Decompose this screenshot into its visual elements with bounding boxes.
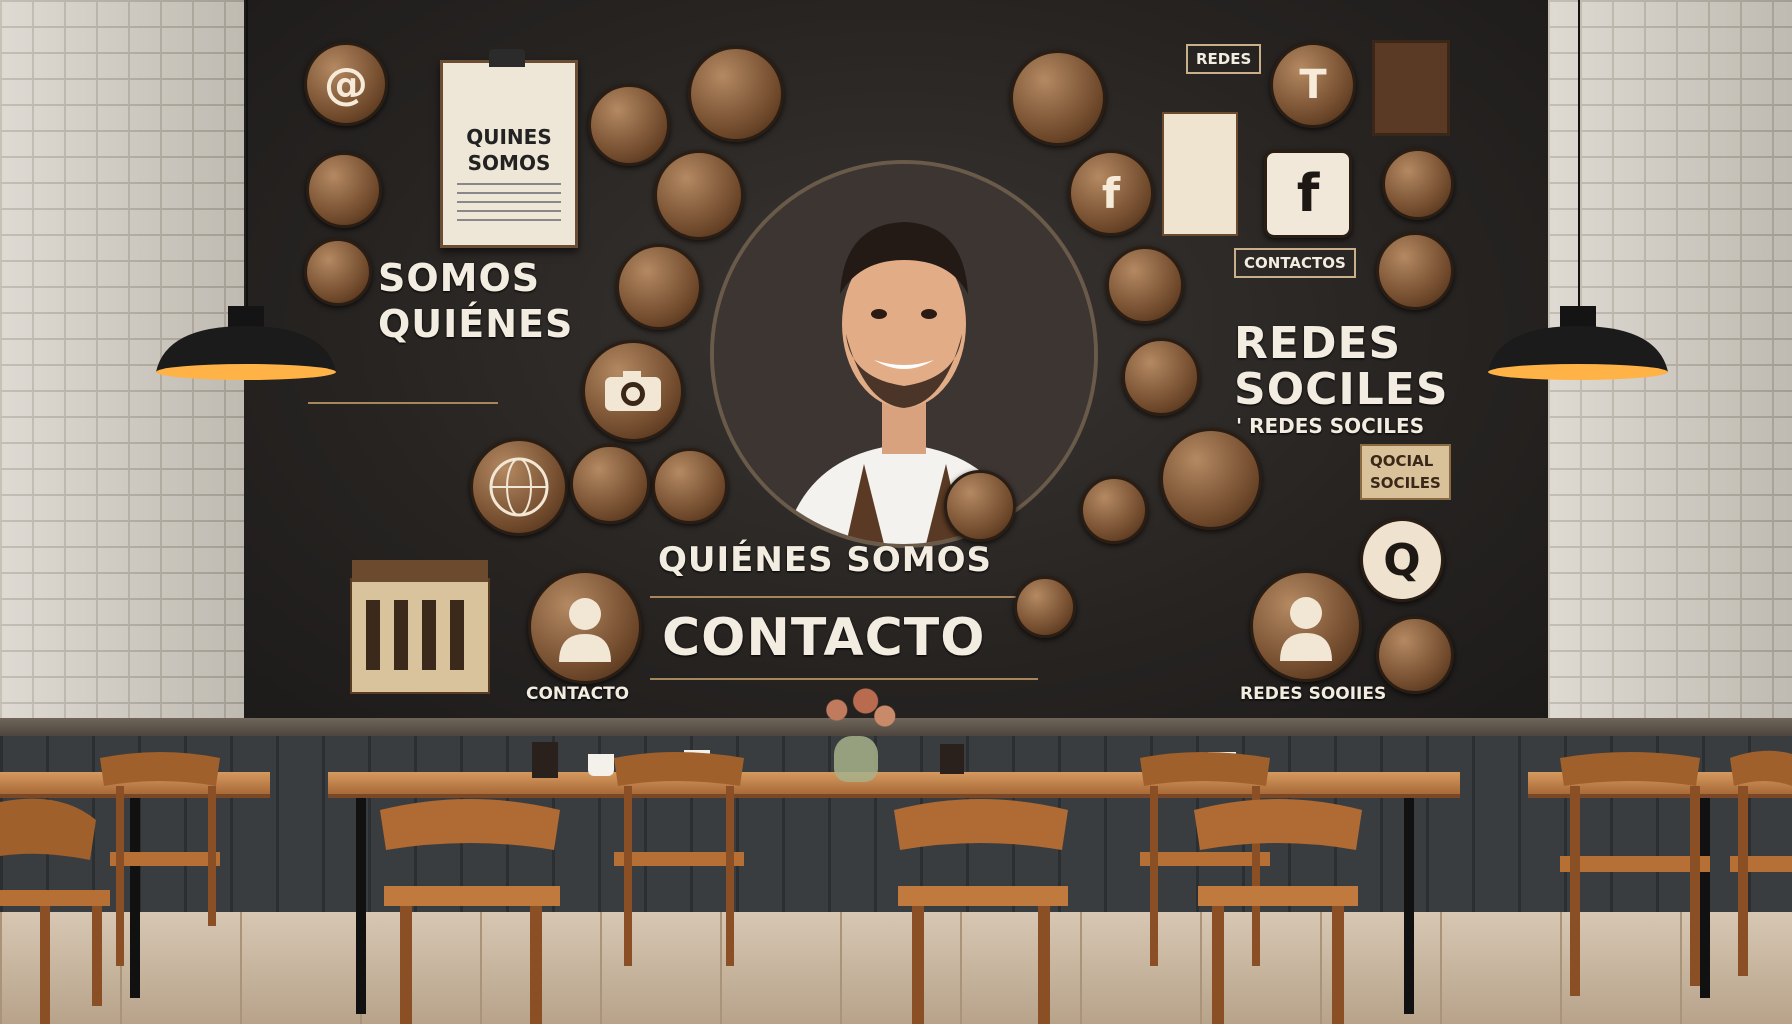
camera-icon [582,340,684,442]
clipboard-lines [457,183,561,223]
chair-center-2 [894,799,1068,1024]
right-subtitle: ' REDES SOCILES [1236,414,1425,438]
clipboard-text-line1: QUINES [466,125,552,149]
right-title-line2: SOCILES [1234,364,1449,415]
profile-avatar-icon [1250,570,1362,682]
coffee-icon [304,238,372,306]
settings-icon [1382,148,1454,220]
left-title-line2: QUIÉNES [378,302,574,346]
cafe-scene: QUINES SOMOS @ SOMOS QUIÉNES CONTACTO QU… [0,0,1792,1024]
center-title: QUIÉNES SOMOS [658,540,993,580]
chair-center-1 [380,799,560,1024]
search-icon: Q [1360,518,1444,602]
left-bottom-contact-label: CONTACTO [526,684,630,704]
profile-icon [688,46,784,142]
right-bottom-label: REDES SOOIIES [1240,684,1387,704]
gallery-icon [1122,338,1200,416]
cutlery-board [1162,112,1238,236]
divider-left [308,402,498,404]
framed-art [1372,40,1450,136]
wall-mural-panel: QUINES SOMOS @ SOMOS QUIÉNES CONTACTO QU… [244,0,1548,722]
staff-portrait [710,160,1098,548]
clipboard-text-line2: SOMOS [467,151,551,175]
social-tag-line1: QOCIAL [1370,452,1434,470]
user-avatar-icon [528,570,642,684]
left-title-line1: SOMOS [378,256,541,300]
message-icon [654,150,744,240]
divider-center [650,596,1038,598]
table-center-leg-right [1404,798,1414,1014]
chair-center-3 [1194,799,1362,1024]
drink-glass [940,744,964,774]
chat-bubble-icon [588,84,670,166]
building-illustration [350,560,490,694]
chair-center-back-1 [614,752,744,966]
heart-icon [1160,428,1262,530]
redes-top-tag: REDES [1186,44,1262,74]
at-sign-icon: @ [304,42,388,126]
right-title-line1: REDES [1234,318,1402,369]
flower-vase [834,736,878,782]
drink-glass [532,742,558,778]
chair-right [1560,752,1710,996]
phone-icon: T [1270,42,1356,128]
about-us-clipboard: QUINES SOMOS [440,49,578,248]
pendant-lamp-right [1488,306,1668,380]
center-contact-title: CONTACTO [662,608,986,668]
facebook-round-icon: f [1068,150,1154,236]
refresh-icon [1376,232,1454,310]
instagram-icon [1376,616,1454,694]
chat-icon [306,152,382,228]
envelope-icon [1014,576,1076,638]
chair-right-edge [1730,750,1792,976]
chair-left-back [100,752,220,966]
pendant-lamp-left [156,306,336,380]
social-tag: QOCIAL SOCILES [1360,444,1451,500]
contacts-tag: CONTACTOS [1234,248,1356,278]
info-icon [1080,476,1148,544]
globe-icon [470,438,568,536]
badge-icon [944,470,1016,542]
clipboard-clip [489,49,525,67]
map-icon [570,444,650,524]
leaf-icon [652,448,728,524]
facebook-square-icon: f [1264,150,1352,238]
table-center-leg-left [356,798,366,1014]
photo-icon [1106,246,1184,324]
lamp-cord-right [1578,0,1580,310]
camera-app-icon [1010,50,1106,146]
dried-flowers [808,680,904,740]
lamp-cord-left [246,0,248,310]
social-tag-line2: SOCILES [1370,474,1441,492]
handshake-icon [616,244,702,330]
